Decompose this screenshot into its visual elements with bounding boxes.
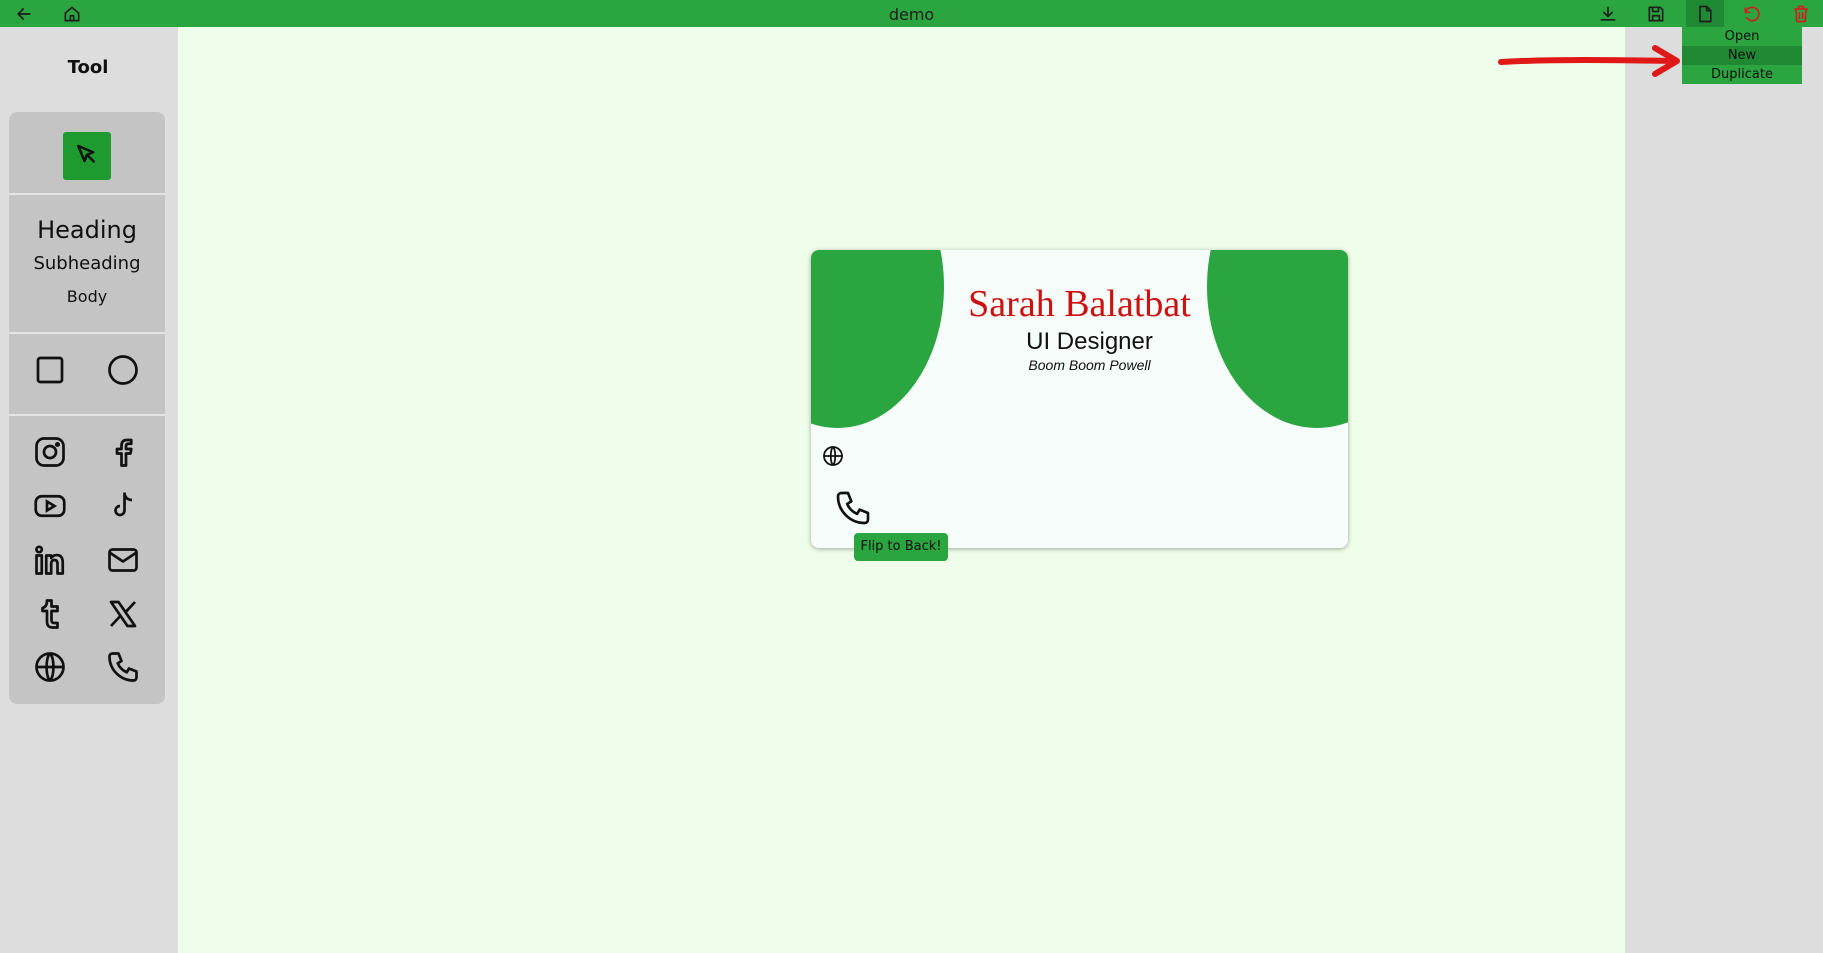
card-role[interactable]: UI Designer (821, 328, 1348, 356)
menu-item-new[interactable]: New (1682, 46, 1802, 65)
divider (9, 193, 165, 195)
download-icon[interactable] (1597, 3, 1619, 25)
facebook-icon[interactable] (103, 432, 143, 472)
phone-icon[interactable] (103, 647, 143, 687)
trash-icon[interactable] (1790, 3, 1812, 25)
body-tool[interactable]: Body (9, 287, 165, 306)
x-icon[interactable] (103, 594, 143, 634)
divider (9, 414, 165, 416)
save-icon[interactable] (1645, 3, 1667, 25)
mail-icon[interactable] (103, 540, 143, 580)
tiktok-icon[interactable] (103, 486, 143, 526)
heading-tool[interactable]: Heading (9, 216, 165, 244)
instagram-icon[interactable] (30, 432, 70, 472)
globe-icon[interactable] (30, 647, 70, 687)
menu-item-duplicate[interactable]: Duplicate (1682, 65, 1802, 84)
document-title: demo (888, 5, 935, 24)
undo-icon[interactable] (1741, 3, 1763, 25)
card-phone-icon[interactable] (833, 488, 873, 528)
select-tool-button[interactable] (63, 132, 111, 180)
card-name[interactable]: Sarah Balatbat (811, 282, 1348, 326)
tool-sidebar: Tool Heading Subheading Body (0, 27, 178, 953)
circle-icon[interactable] (103, 350, 143, 390)
annotation-arrow (1495, 42, 1685, 86)
card-tagline[interactable]: Boom Boom Powell (821, 357, 1348, 373)
tumblr-icon[interactable] (30, 594, 70, 634)
youtube-icon[interactable] (30, 486, 70, 526)
sidebar-title: Tool (67, 57, 109, 78)
right-panel (1625, 27, 1823, 953)
flip-button[interactable]: Flip to Back! (854, 533, 948, 561)
card-globe-icon[interactable] (821, 444, 845, 468)
subheading-tool[interactable]: Subheading (9, 253, 165, 274)
file-icon[interactable] (1686, 0, 1724, 27)
design-canvas[interactable]: Sarah Balatbat UI Designer Boom Boom Pow… (178, 27, 1625, 953)
business-card[interactable]: Sarah Balatbat UI Designer Boom Boom Pow… (811, 250, 1348, 548)
top-bar: demo (0, 0, 1823, 27)
square-icon[interactable] (30, 350, 70, 390)
linkedin-icon[interactable] (30, 540, 70, 580)
file-dropdown-menu: Open New Duplicate (1682, 27, 1802, 84)
menu-item-open[interactable]: Open (1682, 27, 1802, 46)
divider (9, 332, 165, 334)
tool-panel: Heading Subheading Body (9, 112, 165, 704)
